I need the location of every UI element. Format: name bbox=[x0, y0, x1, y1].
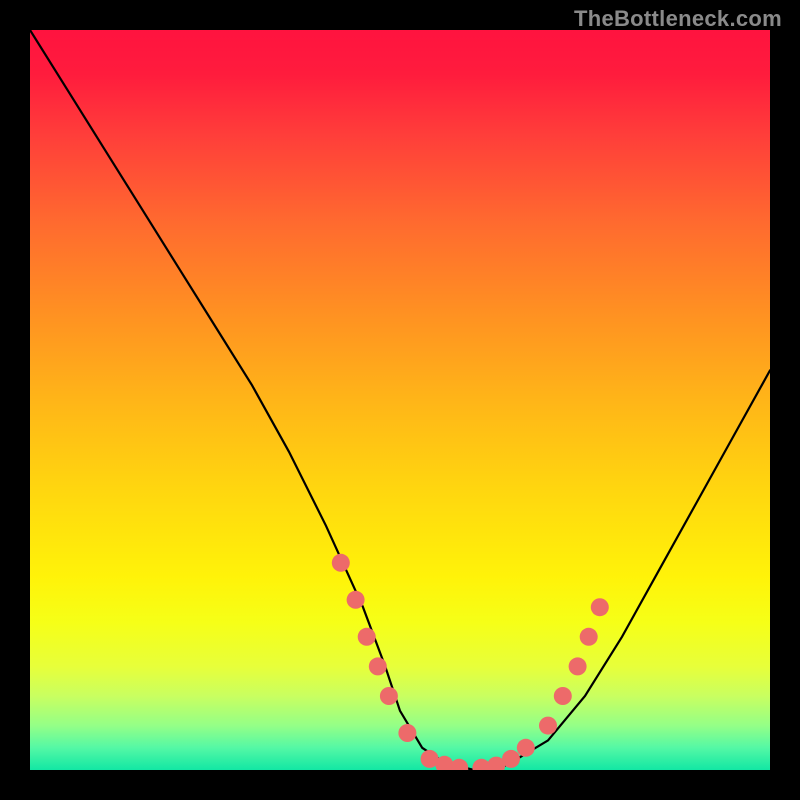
marker-dot bbox=[450, 759, 468, 770]
marker-dot bbox=[398, 724, 416, 742]
marker-dot bbox=[517, 739, 535, 757]
marker-dot bbox=[502, 750, 520, 768]
marker-dots bbox=[332, 554, 609, 770]
marker-dot bbox=[347, 591, 365, 609]
marker-dot bbox=[369, 657, 387, 675]
watermark-text: TheBottleneck.com bbox=[574, 6, 782, 32]
curve-line bbox=[30, 30, 770, 770]
marker-dot bbox=[332, 554, 350, 572]
marker-dot bbox=[580, 628, 598, 646]
chart-overlay bbox=[30, 30, 770, 770]
chart-container: TheBottleneck.com bbox=[0, 0, 800, 800]
marker-dot bbox=[554, 687, 572, 705]
marker-dot bbox=[569, 657, 587, 675]
marker-dot bbox=[380, 687, 398, 705]
plot-area bbox=[30, 30, 770, 770]
marker-dot bbox=[358, 628, 376, 646]
marker-dot bbox=[591, 598, 609, 616]
marker-dot bbox=[539, 717, 557, 735]
